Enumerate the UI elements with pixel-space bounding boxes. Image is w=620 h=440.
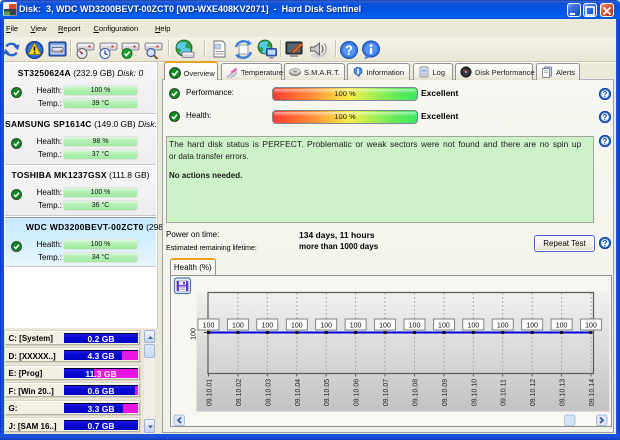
svg-text:09.10.05: 09.10.05 (324, 378, 331, 405)
svg-text:100: 100 (290, 322, 302, 329)
svg-text:100: 100 (555, 322, 567, 329)
svg-text:09.10.07: 09.10.07 (383, 378, 390, 405)
svg-text:?: ? (602, 113, 607, 122)
svg-text:?: ? (602, 239, 607, 248)
svg-text:?: ? (345, 43, 353, 57)
svg-text:09.10.02: 09.10.02 (235, 378, 242, 405)
svg-text:100: 100 (438, 322, 450, 329)
svg-text:09.10.11: 09.10.11 (500, 379, 507, 406)
svg-text:09.10.04: 09.10.04 (294, 378, 301, 405)
svg-text:100: 100 (232, 322, 244, 329)
svg-text:09.10.13: 09.10.13 (559, 378, 566, 405)
svg-text:09.10.14: 09.10.14 (589, 378, 596, 405)
svg-text:?: ? (602, 137, 607, 146)
svg-text:100: 100 (261, 322, 273, 329)
svg-text:09.10.12: 09.10.12 (530, 378, 537, 405)
svg-text:09.10.01: 09.10.01 (206, 378, 213, 405)
svg-text:100: 100 (526, 322, 538, 329)
svg-text:09.10.06: 09.10.06 (353, 378, 360, 405)
svg-text:09.10.10: 09.10.10 (471, 378, 478, 405)
svg-text:09.10.03: 09.10.03 (265, 378, 272, 405)
svg-text:100: 100 (320, 322, 332, 329)
svg-text:100: 100 (202, 322, 214, 329)
svg-text:?: ? (602, 90, 607, 99)
svg-text:100: 100 (585, 322, 597, 329)
svg-text:100: 100 (467, 322, 479, 329)
svg-text:09.10.09: 09.10.09 (441, 378, 448, 405)
svg-text:100: 100 (379, 322, 391, 329)
svg-text:100: 100 (408, 322, 420, 329)
svg-text:09.10.08: 09.10.08 (412, 378, 419, 405)
svg-text:100: 100 (349, 322, 361, 329)
svg-text:100: 100 (496, 322, 508, 329)
svg-text:100: 100 (190, 328, 197, 340)
